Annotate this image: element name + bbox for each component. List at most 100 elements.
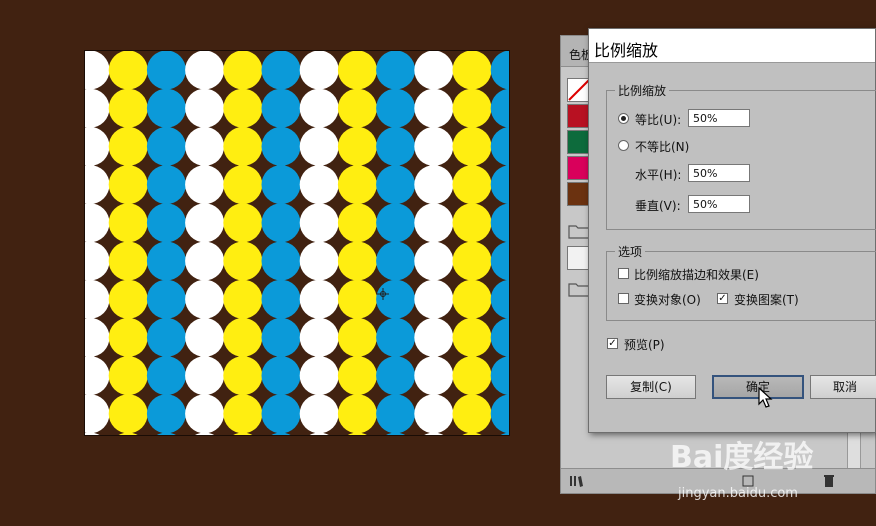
pattern-dot — [108, 203, 148, 243]
uniform-scale-input[interactable] — [688, 109, 750, 127]
pattern-dot — [414, 394, 454, 434]
pattern-dot — [261, 317, 301, 357]
pattern-dot — [156, 432, 176, 435]
options-group-legend: 选项 — [615, 243, 646, 260]
pattern-dot — [299, 241, 339, 281]
pattern-dot — [452, 165, 492, 205]
pattern-dot — [414, 126, 454, 166]
library-icon[interactable] — [569, 474, 587, 488]
crosshair-icon — [377, 288, 389, 300]
pattern-dot — [376, 51, 416, 90]
pattern-dot — [452, 203, 492, 243]
pattern-dot — [85, 356, 110, 396]
pattern-dot — [146, 51, 186, 90]
pattern-dot — [146, 279, 186, 319]
pattern-dot — [490, 279, 509, 319]
pattern-dot — [337, 88, 377, 128]
pattern-dot — [452, 356, 492, 396]
pattern-dot — [490, 51, 509, 90]
dialog-title: 比例缩放 — [594, 41, 659, 60]
pattern-dot — [108, 165, 148, 205]
artboard-canvas[interactable] — [84, 50, 510, 436]
pattern-dot — [337, 203, 377, 243]
watermark-url: jingyan.baidu.com — [678, 486, 798, 501]
pattern-dot — [376, 165, 416, 205]
vertical-label: 垂直(V): — [635, 199, 681, 213]
pattern-dot — [299, 317, 339, 357]
horizontal-scale-input[interactable] — [688, 164, 750, 182]
dialog-titlebar[interactable]: 比例缩放 — [589, 29, 875, 63]
pattern-dot — [108, 317, 148, 357]
pattern-dot — [414, 356, 454, 396]
pattern-dot — [414, 51, 454, 90]
pattern-dot — [85, 126, 110, 166]
transform-objects-checkbox[interactable] — [618, 293, 629, 304]
pattern-dot — [337, 241, 377, 281]
pattern-dot — [299, 394, 339, 434]
scale-strokes-checkbox[interactable] — [618, 268, 629, 279]
cancel-button[interactable]: 取消 — [810, 375, 876, 399]
pattern-dot — [108, 51, 148, 90]
pattern-dot — [376, 203, 416, 243]
uniform-radio[interactable] — [618, 113, 629, 124]
pattern-dot — [299, 165, 339, 205]
pattern-dot — [337, 126, 377, 166]
preview-checkbox[interactable]: ✓ — [607, 338, 618, 349]
vertical-scale-input[interactable] — [688, 195, 750, 213]
pattern-dot — [185, 126, 225, 166]
pattern-dot — [185, 356, 225, 396]
horizontal-label: 水平(H): — [635, 168, 682, 182]
copy-button[interactable]: 复制(C) — [606, 375, 696, 399]
pattern-dot — [185, 394, 225, 434]
pattern-dot — [490, 88, 509, 128]
preview-label: 预览(P) — [624, 338, 665, 352]
pattern-dot — [108, 394, 148, 434]
pattern-dot — [414, 241, 454, 281]
pattern-dot — [299, 356, 339, 396]
pattern-dot — [85, 317, 110, 357]
pattern-dot — [146, 241, 186, 281]
pattern-dot — [490, 241, 509, 281]
transform-patterns-label: 变换图案(T) — [734, 293, 799, 307]
pattern-dot — [85, 241, 110, 281]
pattern-dot — [185, 279, 225, 319]
pattern-dot — [452, 51, 492, 90]
uniform-label: 等比(U): — [635, 113, 682, 127]
pattern-dot — [452, 88, 492, 128]
pattern-dot — [146, 356, 186, 396]
options-group: 选项 — [606, 243, 876, 321]
pattern-dot — [299, 279, 339, 319]
pattern-dot — [223, 126, 263, 166]
pattern-dot — [376, 126, 416, 166]
pattern-dot — [108, 279, 148, 319]
pattern-dot — [376, 394, 416, 434]
pattern-dot — [452, 317, 492, 357]
scale-group-legend: 比例缩放 — [615, 82, 670, 99]
pattern-dot — [376, 241, 416, 281]
pattern-dot — [376, 88, 416, 128]
pattern-dot — [261, 126, 301, 166]
mouse-cursor-icon — [758, 387, 773, 408]
transform-patterns-checkbox[interactable]: ✓ — [717, 293, 728, 304]
pattern-dot — [414, 317, 454, 357]
pattern-dot — [223, 394, 263, 434]
pattern-dot — [414, 203, 454, 243]
pattern-dot — [108, 241, 148, 281]
non-uniform-radio[interactable] — [618, 140, 629, 151]
pattern-dot — [146, 203, 186, 243]
baidu-watermark: Bai度经验 jingyan.baidu.com — [670, 432, 870, 512]
pattern-dot — [490, 356, 509, 396]
pattern-dot — [347, 432, 367, 435]
pattern-dot — [261, 356, 301, 396]
pattern-dot — [452, 241, 492, 281]
pattern-dot — [85, 432, 100, 435]
pattern-dot — [85, 165, 110, 205]
pattern-dot — [185, 88, 225, 128]
pattern-dot — [462, 432, 482, 435]
pattern-dot — [223, 51, 263, 90]
pattern-dot — [223, 356, 263, 396]
pattern-dot — [386, 432, 406, 435]
pattern-dot — [376, 356, 416, 396]
pattern-dot — [223, 279, 263, 319]
pattern-dot — [490, 317, 509, 357]
